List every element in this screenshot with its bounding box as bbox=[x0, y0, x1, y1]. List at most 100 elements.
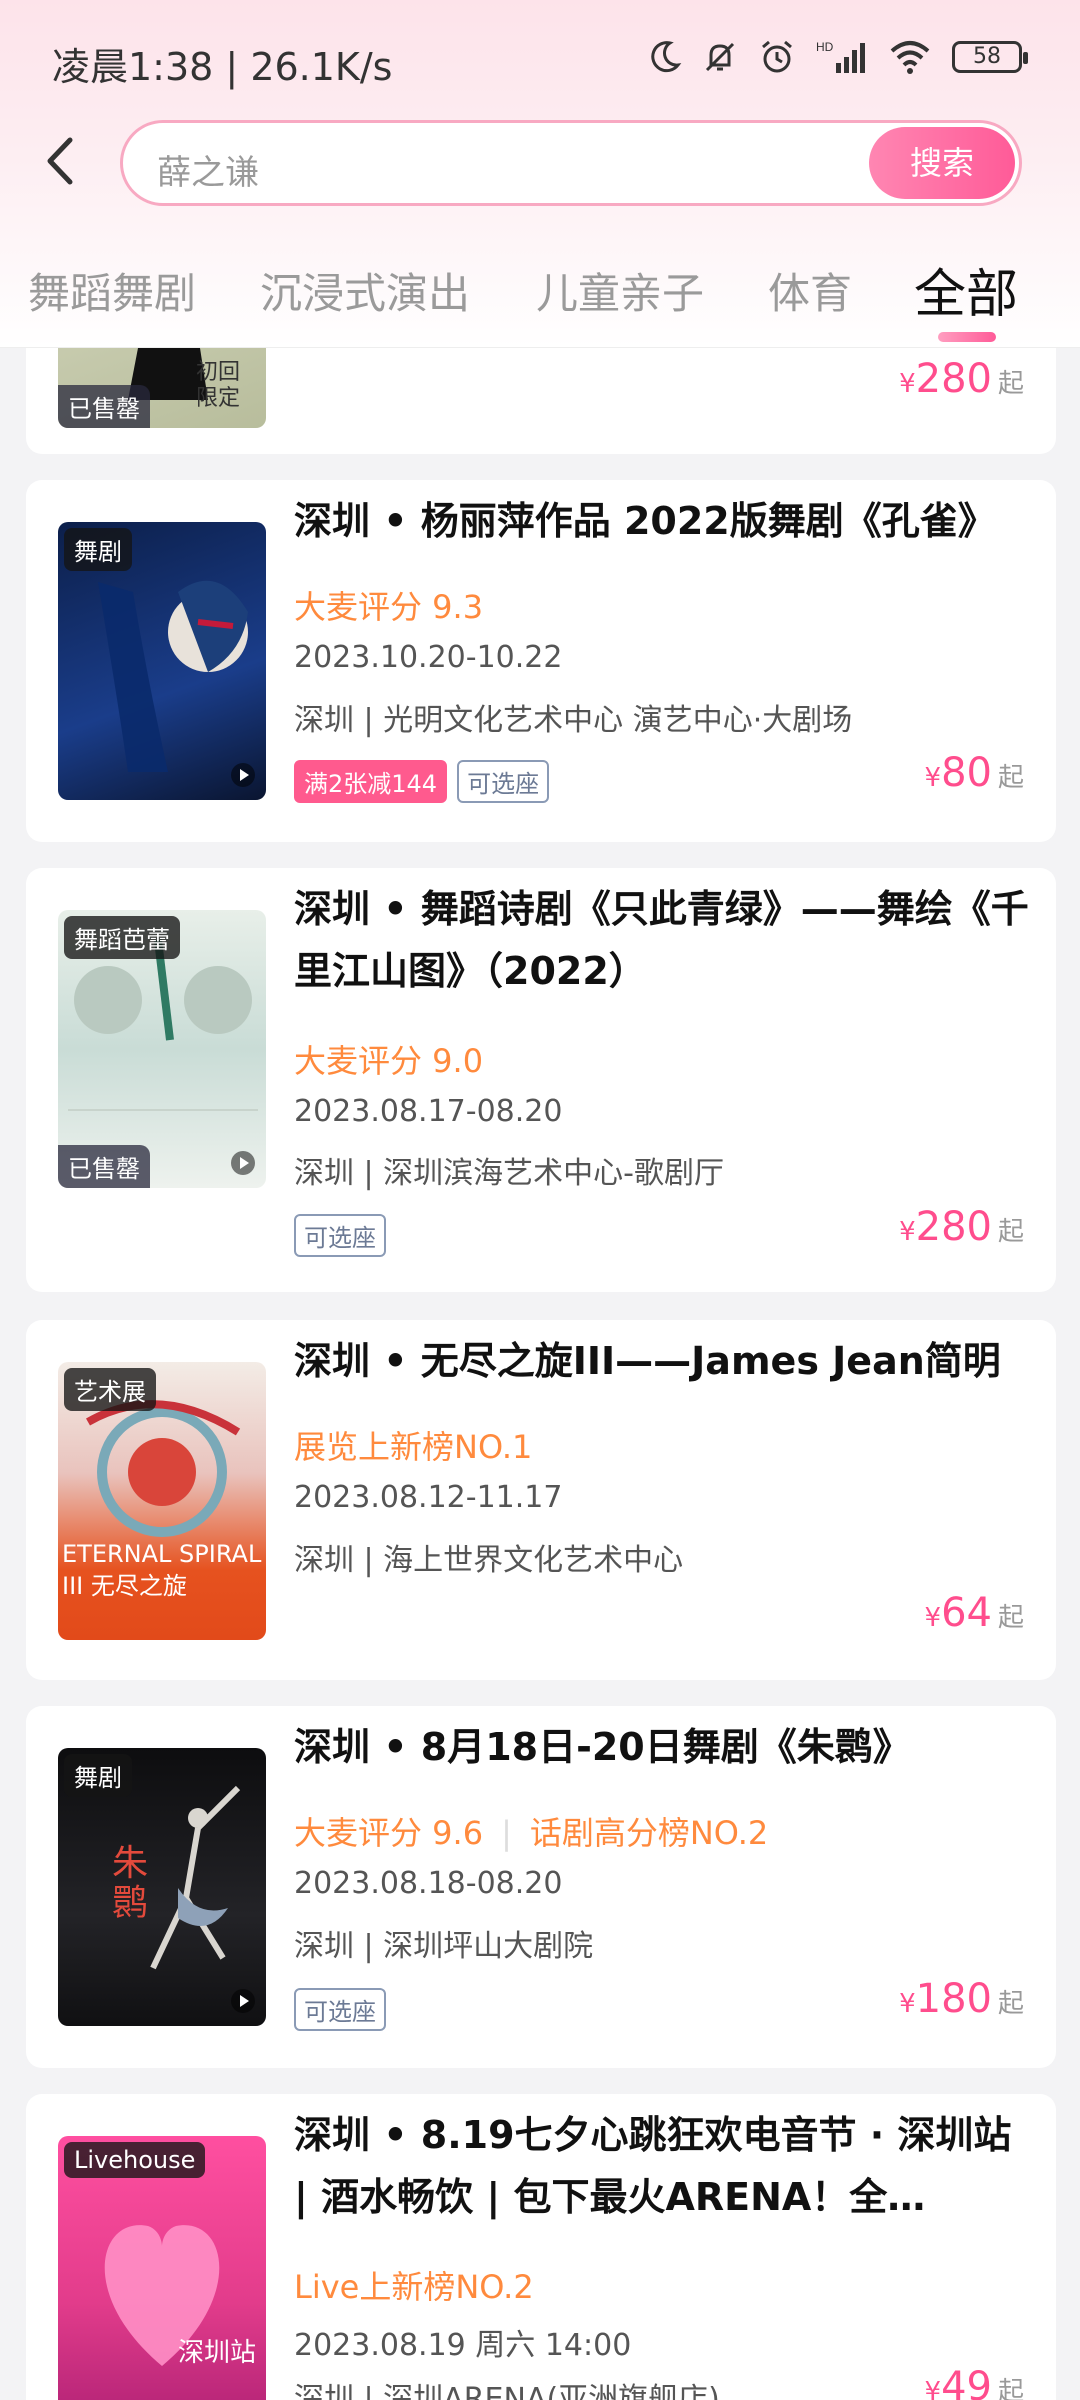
play-icon[interactable] bbox=[230, 1988, 256, 2014]
show-date: 2023.08.18-08.20 bbox=[294, 1866, 563, 1901]
show-date: 2023.08.17-08.20 bbox=[294, 1094, 563, 1129]
battery-icon: 58 bbox=[952, 41, 1028, 73]
network-speed: 26.1K/s bbox=[250, 45, 393, 89]
seat-select-badge: 可选座 bbox=[294, 1214, 386, 1257]
badges: 满2张减144 可选座 bbox=[294, 760, 550, 803]
seat-select-badge: 可选座 bbox=[294, 1988, 386, 2031]
price-value: 180 bbox=[915, 1976, 992, 2022]
category-tag: 舞剧 bbox=[64, 1754, 132, 1797]
show-poster[interactable]: ETERNAL SPIRAL III 无尽之旋 艺术展 bbox=[58, 1362, 266, 1640]
sold-out-badge: 已售罄 bbox=[58, 1145, 150, 1188]
price-symbol: ¥ bbox=[924, 1603, 942, 1633]
show-title[interactable]: 深圳 • 无尽之旋III——James Jean简明 bbox=[294, 1330, 1034, 1392]
price-suffix: 起 bbox=[997, 2377, 1024, 2400]
show-card[interactable]: 舞剧 深圳 • 杨丽萍作品 2022版舞剧《孔雀》 大麦评分 9.3 2023.… bbox=[26, 480, 1056, 842]
show-poster[interactable]: 舞蹈芭蕾 已售罄 bbox=[58, 910, 266, 1188]
moon-icon bbox=[651, 41, 682, 73]
show-poster[interactable]: 深圳站 Livehouse bbox=[58, 2136, 266, 2400]
price-symbol: ¥ bbox=[899, 1989, 916, 2019]
status-bar: 凌晨1:38 | 26.1K/s HD 58 bbox=[0, 0, 1080, 120]
price: ¥80 起 bbox=[925, 750, 1024, 796]
rank: Live上新榜NO.2 bbox=[294, 2268, 534, 2306]
price: ¥49 起 bbox=[925, 2364, 1024, 2400]
promo-badge: 满2张减144 bbox=[294, 760, 448, 803]
badges: 可选座 bbox=[294, 1988, 386, 2031]
price-value: 280 bbox=[915, 1204, 992, 1250]
show-poster[interactable]: 朱鹮 舞剧 bbox=[58, 1748, 266, 2026]
tab-dance[interactable]: 舞蹈舞剧 bbox=[28, 260, 196, 321]
price-value: 80 bbox=[941, 750, 992, 796]
show-venue: 深圳 | 海上世界文化艺术中心 bbox=[294, 1543, 684, 1578]
show-poster[interactable]: 舞剧 bbox=[58, 522, 266, 800]
back-arrow-icon[interactable] bbox=[28, 126, 98, 196]
price-suffix: 起 bbox=[997, 1603, 1024, 1633]
status-time: 凌晨1:38 | 26.1K/s bbox=[52, 45, 393, 89]
price-value: 64 bbox=[941, 1590, 992, 1636]
show-venue: 深圳 | 深圳坪山大剧院 bbox=[294, 1929, 594, 1964]
poster-text: ETERNAL SPIRAL III 无尽之旋 bbox=[62, 1540, 262, 1600]
search-input[interactable]: 薛之谦 bbox=[157, 145, 259, 194]
show-date: 2023.08.12-11.17 bbox=[294, 1480, 563, 1515]
search-button[interactable]: 搜索 bbox=[869, 127, 1015, 199]
bell-mute-icon bbox=[705, 42, 735, 72]
show-date: 2023.08.19 周六 14:00 bbox=[294, 2328, 632, 2363]
price-value: 280 bbox=[915, 356, 992, 402]
price-symbol: ¥ bbox=[899, 1217, 916, 1247]
price-value: 49 bbox=[941, 2364, 992, 2400]
status-icons: HD 58 bbox=[646, 38, 1028, 76]
search-box[interactable]: 薛之谦 搜索 bbox=[120, 120, 1022, 206]
show-venue: 深圳 | 深圳ARENA(亚洲旗舰店) bbox=[294, 2382, 720, 2400]
poster-text: 朱鹮 bbox=[112, 1843, 149, 1924]
top-header: 凌晨1:38 | 26.1K/s HD 58 薛之谦 搜索 舞蹈舞剧 沉浸式演出… bbox=[0, 0, 1080, 348]
poster-text: 深圳站 bbox=[177, 2338, 256, 2368]
show-card[interactable]: 朱鹮 舞剧 深圳 • 8月18日-20日舞剧《朱鹮》 大麦评分 9.6 | 话剧高分… bbox=[26, 1706, 1056, 2068]
show-card[interactable]: 深圳站 Livehouse 深圳 • 8.19七夕心跳狂欢电音节 · 深圳站 |… bbox=[26, 2094, 1056, 2400]
wifi-icon bbox=[890, 41, 930, 74]
signal-icon: HD bbox=[816, 40, 865, 73]
show-date: 2023.10.20-10.22 bbox=[294, 640, 563, 675]
show-card[interactable]: ETERNAL SPIRAL III 无尽之旋 艺术展 深圳 • 无尽之旋III… bbox=[26, 1320, 1056, 1680]
alarm-icon bbox=[762, 40, 792, 73]
category-tabs: 舞蹈舞剧 沉浸式演出 儿童亲子 体育 全部 bbox=[0, 250, 1080, 342]
rating: 大麦评分 9.6 | 话剧高分榜NO.2 bbox=[294, 1814, 769, 1852]
price-suffix: 起 bbox=[997, 1217, 1024, 1247]
price: ¥280 起 bbox=[899, 356, 1024, 402]
rating: 大麦评分 9.0 bbox=[294, 1042, 484, 1080]
show-venue: 深圳 | 深圳滨海艺术中心-歌剧厅 bbox=[294, 1156, 725, 1191]
price-suffix: 起 bbox=[997, 369, 1024, 399]
tab-sports[interactable]: 体育 bbox=[768, 260, 852, 321]
play-icon[interactable] bbox=[230, 1150, 256, 1176]
price-symbol: ¥ bbox=[924, 2377, 942, 2400]
category-tag: 艺术展 bbox=[64, 1368, 156, 1411]
category-tag: 舞蹈芭蕾 bbox=[64, 916, 180, 959]
show-title[interactable]: 深圳 • 杨丽萍作品 2022版舞剧《孔雀》 bbox=[294, 490, 1034, 552]
show-title[interactable]: 深圳 • 8月18日-20日舞剧《朱鹮》 bbox=[294, 1716, 1034, 1778]
category-tag: Livehouse bbox=[64, 2142, 206, 2178]
rank: 话剧高分榜NO.2 bbox=[529, 1814, 769, 1852]
clock: 凌晨1:38 bbox=[52, 45, 214, 89]
poster-text: 初回限定 bbox=[196, 360, 241, 411]
tab-immersive[interactable]: 沉浸式演出 bbox=[260, 260, 470, 321]
price-suffix: 起 bbox=[997, 763, 1024, 793]
tab-kids[interactable]: 儿童亲子 bbox=[536, 260, 704, 321]
price: ¥180 起 bbox=[899, 1976, 1024, 2022]
show-title[interactable]: 深圳 • 8.19七夕心跳狂欢电音节 · 深圳站 | 酒水畅饮 | 包下最火AR… bbox=[294, 2104, 1034, 2228]
price: ¥64 起 bbox=[925, 1590, 1024, 1636]
price-symbol: ¥ bbox=[899, 369, 916, 399]
category-tag: 舞剧 bbox=[64, 528, 132, 571]
price-suffix: 起 bbox=[997, 1989, 1024, 2019]
svg-text:HD: HD bbox=[816, 40, 834, 54]
show-card[interactable]: 舞蹈芭蕾 已售罄 深圳 • 舞蹈诗剧《只此青绿》——舞绘《千里江山图》（2022… bbox=[26, 868, 1056, 1292]
sold-out-badge: 已售罄 bbox=[58, 385, 150, 428]
rating: 大麦评分 9.3 bbox=[294, 588, 484, 626]
price: ¥280 起 bbox=[899, 1204, 1024, 1250]
rank: 展览上新榜NO.1 bbox=[294, 1428, 533, 1466]
tab-all[interactable]: 全部 bbox=[914, 252, 1018, 327]
badges: 可选座 bbox=[294, 1214, 386, 1257]
play-icon[interactable] bbox=[230, 762, 256, 788]
price-symbol: ¥ bbox=[924, 763, 942, 793]
show-title[interactable]: 深圳 • 舞蹈诗剧《只此青绿》——舞绘《千里江山图》（2022） bbox=[294, 878, 1034, 1002]
active-tab-indicator bbox=[938, 332, 996, 342]
rating-score: 大麦评分 9.6 bbox=[294, 1814, 484, 1852]
seat-select-badge: 可选座 bbox=[457, 760, 550, 803]
